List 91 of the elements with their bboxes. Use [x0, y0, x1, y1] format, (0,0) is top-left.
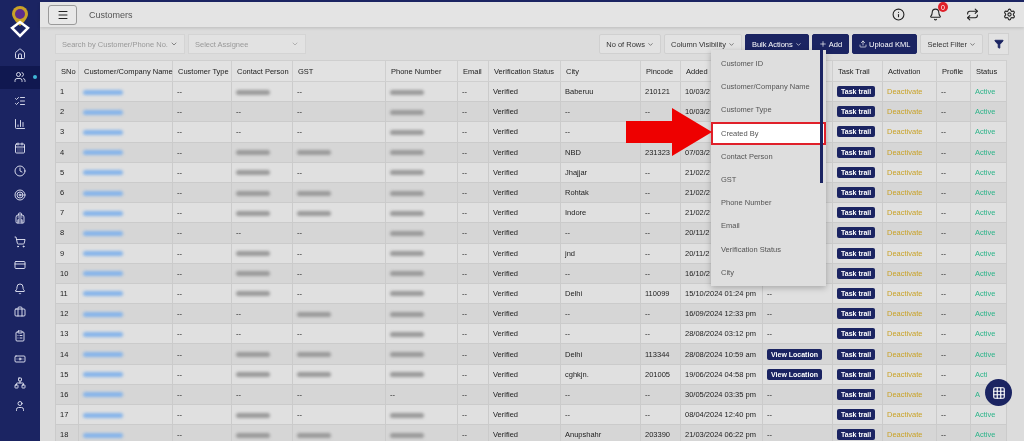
home-icon [14, 47, 26, 60]
redacted-text [83, 271, 123, 277]
redacted-text [390, 170, 424, 176]
redacted-text [236, 150, 270, 156]
redacted-text [83, 150, 123, 156]
redacted-text [390, 331, 424, 337]
target-icon [14, 188, 26, 201]
redacted-text [297, 150, 331, 156]
user-icon [14, 400, 26, 413]
clipboard-icon [14, 329, 26, 342]
redacted-text [390, 130, 424, 135]
redacted-text [390, 190, 424, 196]
scrollbar-thumb[interactable] [820, 50, 823, 183]
filter-button[interactable] [988, 33, 1009, 55]
redacted-text [236, 210, 270, 216]
redacted-text [83, 372, 123, 378]
page-title: Customers [89, 9, 134, 20]
redacted-text [390, 230, 424, 236]
bar-chart-icon [14, 118, 26, 131]
redacted-text [236, 412, 270, 418]
redacted-text [390, 109, 424, 115]
redacted-text [83, 432, 123, 438]
redacted-text [390, 311, 424, 317]
redacted-text [83, 251, 123, 257]
nav-item[interactable] [0, 65, 40, 89]
redacted-text [390, 291, 424, 297]
redacted-text [390, 271, 424, 277]
redacted-text [390, 352, 424, 358]
credit-card-icon [14, 259, 26, 272]
menu-icon [56, 8, 69, 21]
redacted-text [236, 291, 270, 297]
redacted-text [390, 89, 424, 95]
users-icon [14, 71, 26, 84]
info-icon[interactable] [892, 8, 905, 21]
redacted-text [83, 130, 123, 135]
redacted-text [83, 89, 123, 95]
redacted-text [390, 412, 424, 418]
filter-icon [993, 39, 1004, 49]
backpack-icon [14, 212, 26, 225]
chevron-down-icon [969, 40, 976, 48]
redacted-text [236, 432, 270, 438]
redacted-text [236, 271, 270, 277]
redacted-text [83, 331, 123, 337]
chevron-down-icon [794, 40, 802, 48]
menu-button[interactable] [48, 4, 77, 25]
bell-icon [14, 282, 26, 295]
redacted-text [236, 251, 270, 257]
calendar-icon [14, 141, 26, 154]
redacted-text [297, 432, 331, 438]
redacted-text [83, 291, 123, 297]
redacted-text [83, 230, 123, 236]
cart-icon [14, 235, 26, 248]
redacted-text [83, 210, 123, 216]
redacted-text [297, 311, 331, 317]
chevron-down-icon [727, 40, 735, 48]
redacted-text [297, 372, 331, 378]
redacted-text [236, 190, 270, 196]
checklist-icon [14, 94, 26, 107]
upload-icon [859, 40, 868, 48]
redacted-text [390, 372, 424, 378]
redacted-text [390, 210, 424, 216]
status-dot [33, 75, 37, 80]
redacted-text [83, 412, 123, 418]
plus-icon [818, 40, 827, 48]
chevron-down-icon [170, 40, 178, 48]
redacted-text [390, 432, 424, 438]
repeat-icon[interactable] [966, 8, 979, 21]
redacted-text [236, 372, 270, 378]
redacted-text [390, 251, 424, 257]
grid-icon [991, 385, 1006, 400]
redacted-text [83, 311, 123, 317]
redacted-text [83, 392, 123, 398]
redacted-text [297, 352, 331, 358]
chevron-down-icon [291, 40, 299, 48]
redacted-text [297, 210, 331, 216]
banknote-icon [14, 353, 26, 366]
chevron-down-icon [647, 40, 654, 48]
redacted-text [390, 150, 424, 156]
redacted-text [83, 352, 123, 358]
bell-icon[interactable] [929, 8, 942, 21]
redacted-text [297, 190, 331, 196]
redacted-text [236, 352, 270, 358]
redacted-text [83, 170, 123, 176]
briefcase-icon [14, 306, 26, 319]
redacted-text [236, 170, 270, 176]
settings-icon[interactable] [1003, 8, 1016, 21]
redacted-text [236, 89, 270, 95]
redacted-text [83, 190, 123, 196]
clock-icon [14, 165, 26, 178]
redacted-text [83, 109, 123, 115]
hierarchy-icon [14, 376, 26, 389]
